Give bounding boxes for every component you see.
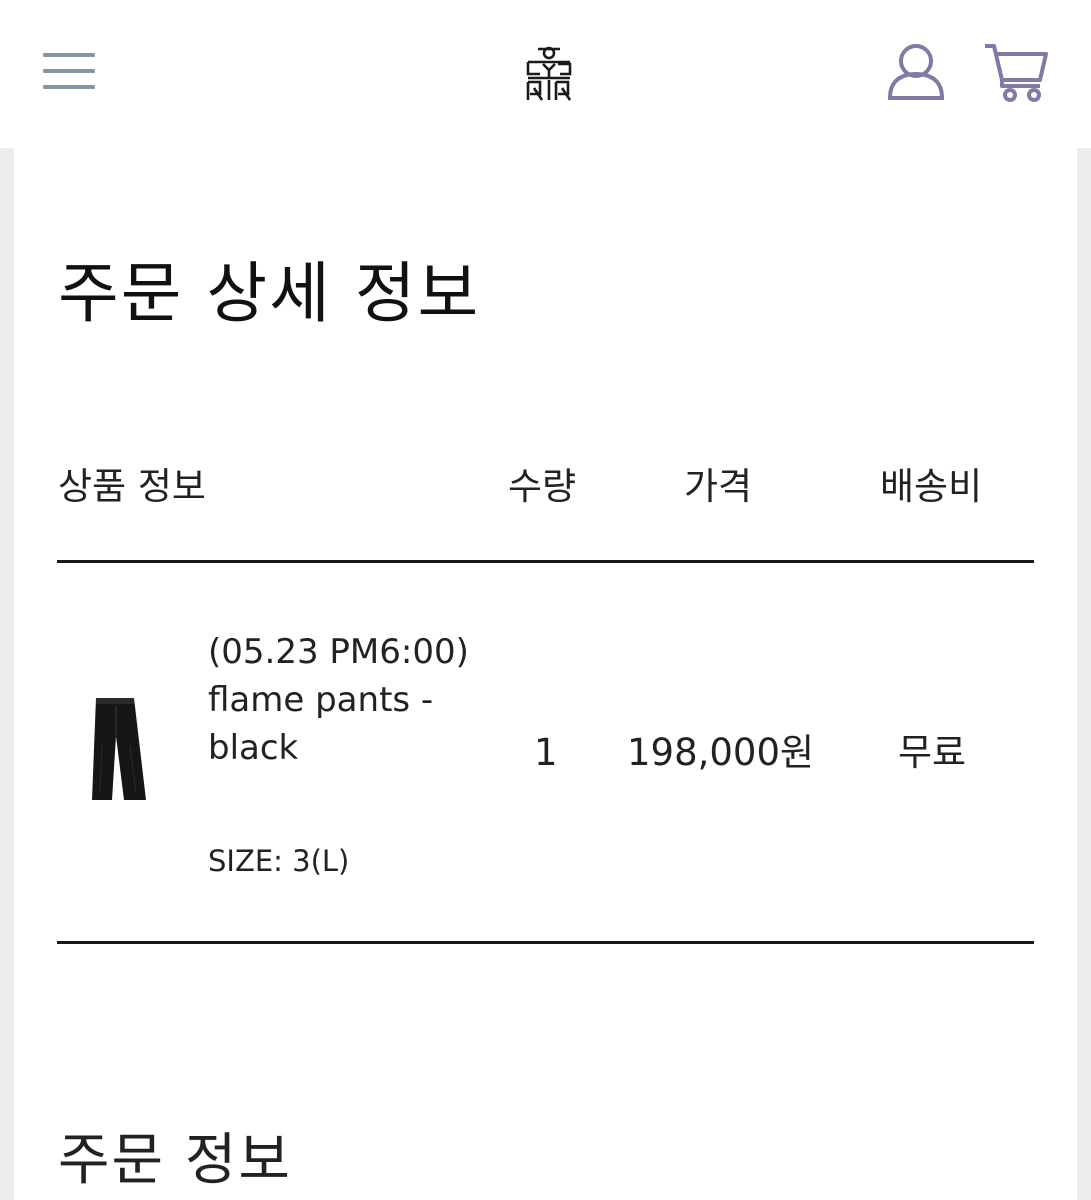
column-header-product: 상품 정보 bbox=[58, 465, 206, 508]
table-bottom-divider bbox=[57, 941, 1034, 944]
quantity-value: 1 bbox=[534, 731, 558, 774]
shipping-value: 무료 bbox=[898, 731, 967, 774]
product-thumbnail[interactable] bbox=[86, 696, 150, 806]
column-header-price: 가격 bbox=[684, 465, 753, 508]
product-option: SIZE: 3(L) bbox=[208, 844, 350, 878]
user-icon[interactable] bbox=[884, 40, 948, 104]
product-name-link[interactable]: (05.23 PM6:00) flame pants - black bbox=[208, 628, 478, 772]
page-title: 주문 상세 정보 bbox=[58, 255, 481, 332]
shopping-cart-icon[interactable] bbox=[982, 40, 1052, 104]
column-header-shipping: 배송비 bbox=[880, 465, 983, 508]
top-navigation-bar bbox=[0, 0, 1091, 148]
order-info-title: 주문 정보 bbox=[58, 1128, 292, 1193]
price-value: 198,000원 bbox=[627, 731, 815, 774]
order-detail-panel: 주문 상세 정보 상품 정보 수량 가격 배송비 (05.23 PM6:00) … bbox=[14, 148, 1077, 1200]
brand-logo-icon[interactable] bbox=[520, 44, 578, 104]
column-header-quantity: 수량 bbox=[508, 465, 577, 508]
table-header-divider bbox=[57, 560, 1034, 563]
hamburger-menu-icon[interactable] bbox=[38, 44, 100, 96]
